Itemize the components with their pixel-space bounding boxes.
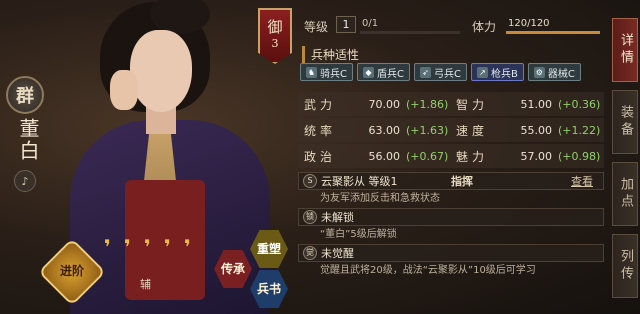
troop-label: 骑兵C: [320, 68, 347, 80]
stats-panel: 武力 70.00 (+1.86) 智力 51.00 (+0.36) 统率 63.00 (+1…: [298, 92, 604, 170]
troop-cavalry[interactable]: ♞ 骑兵C: [300, 63, 353, 81]
stat-label: 统率: [304, 123, 337, 138]
skill-description: 觉醒且武将20级，战法“云聚影从”10级后可学习: [320, 265, 536, 276]
stat-force: 武力 70.00 (+1.86): [298, 96, 450, 113]
stat-politics: 政治 56.00 (+0.67): [298, 148, 450, 165]
rank-title: 御: [267, 18, 283, 36]
speaker-icon[interactable]: ♪: [14, 170, 36, 192]
auxiliary-label: 辅: [140, 278, 151, 291]
siege-icon: ⚙: [533, 66, 545, 78]
bow-icon: ➶: [419, 66, 431, 78]
stat-growth: (+0.67): [406, 149, 449, 163]
stat-value: 57.00: [520, 149, 553, 163]
level-label: 等级: [304, 20, 329, 34]
skills-panel: S 云聚影从 等级1 指挥 查看 为友军添加反击和急救状态 锁 未解锁 “董白”…: [298, 172, 604, 280]
lock-icon: 锁: [303, 210, 317, 224]
exp-value: 0/1: [362, 18, 379, 29]
general-name: 董白: [16, 118, 40, 162]
stat-value: 55.00: [520, 123, 553, 137]
hp-value: 120/120: [508, 18, 550, 29]
stat-charm: 魅力 57.00 (+0.98): [450, 148, 602, 165]
stat-label: 魅力: [456, 149, 489, 164]
rank-badge: 御 3: [258, 8, 292, 64]
skill-header-locked[interactable]: 锁 未解锁: [298, 208, 604, 226]
troop-label: 盾兵C: [376, 68, 404, 80]
stat-growth: (+0.98): [558, 149, 601, 163]
portrait-hand: [110, 70, 138, 110]
skill-header-awaken[interactable]: 觉 未觉醒: [298, 244, 604, 262]
stat-intelligence: 智力 51.00 (+0.36): [450, 96, 602, 113]
tab-points[interactable]: 加点: [612, 162, 638, 226]
troop-label: 枪兵B: [490, 68, 518, 80]
troop-aptitude-title: 兵种适性: [302, 46, 359, 63]
jade-icon: ❜: [144, 235, 151, 259]
troop-label: 弓兵C: [433, 68, 461, 80]
stat-value: 51.00: [520, 97, 553, 111]
troop-shield[interactable]: ◆ 盾兵C: [356, 63, 410, 81]
stat-speed: 速度 55.00 (+1.22): [450, 122, 602, 139]
general-detail-screen: 群 董白 ♪ 御 3 等级 1 0/1 体力 120/120 兵种适性 ♞ 骑兵C…: [0, 0, 640, 314]
hp-label: 体力: [472, 20, 497, 34]
stat-label: 政治: [304, 149, 337, 164]
stat-label: 速度: [456, 123, 489, 138]
skill-name: 未觉醒: [321, 247, 354, 260]
stat-command: 统率 63.00 (+1.63): [298, 122, 450, 139]
jade-icon: ❜: [164, 235, 171, 259]
troop-siege[interactable]: ⚙ 器械C: [527, 63, 581, 81]
skill-name: 云聚影从 等级1: [321, 175, 398, 188]
stat-row: 统率 63.00 (+1.63) 速度 55.00 (+1.22): [298, 118, 604, 142]
stat-growth: (+1.86): [406, 97, 449, 111]
stat-label: 智力: [456, 97, 489, 112]
shield-icon: ◆: [362, 66, 374, 78]
exp-bar: [360, 31, 460, 34]
cavalry-icon: ♞: [306, 66, 317, 78]
skill-view-button[interactable]: 查看: [571, 173, 593, 189]
jade-icon: ❜: [184, 235, 191, 259]
portrait-face: [130, 30, 192, 112]
stat-value: 70.00: [368, 97, 401, 111]
stat-growth: (+1.63): [406, 123, 449, 137]
spear-icon: ↗: [476, 66, 488, 78]
skill-description: 为友军添加反击和急救状态: [320, 193, 440, 204]
skill-name: 未解锁: [321, 211, 354, 224]
stat-label: 武力: [304, 97, 337, 112]
skill-type: 指挥: [451, 175, 473, 188]
advance-label: 进阶: [59, 264, 84, 278]
skill-grade-icon: S: [303, 174, 317, 188]
rank-number: 3: [271, 37, 279, 50]
stat-growth: (+1.22): [558, 123, 601, 137]
skill-header-main[interactable]: S 云聚影从 等级1 指挥 查看: [298, 172, 604, 190]
hp-bar-fill: [506, 31, 600, 34]
troop-aptitude-list: ♞ 骑兵C ◆ 盾兵C ➶ 弓兵C ↗ 枪兵B ⚙ 器械C: [300, 63, 581, 81]
tab-biography[interactable]: 列传: [612, 234, 638, 298]
level-value: 1: [336, 16, 356, 33]
stat-value: 63.00: [368, 123, 401, 137]
troop-spear[interactable]: ↗ 枪兵B: [470, 63, 524, 81]
tab-details[interactable]: 详情: [612, 18, 638, 82]
stat-growth: (+0.36): [558, 97, 601, 111]
troop-bow[interactable]: ➶ 弓兵C: [413, 63, 467, 81]
faction-badge: 群: [6, 76, 44, 114]
jade-icon: ❜: [124, 235, 131, 259]
troop-label: 器械C: [547, 68, 575, 80]
stat-row: 政治 56.00 (+0.67) 魅力 57.00 (+0.98): [298, 144, 604, 168]
stat-value: 56.00: [368, 149, 401, 163]
tab-equipment[interactable]: 装备: [612, 90, 638, 154]
stat-row: 武力 70.00 (+1.86) 智力 51.00 (+0.36): [298, 92, 604, 116]
hp-bar: [506, 31, 600, 34]
awaken-icon: 觉: [303, 246, 317, 260]
skill-description: “董白”5级后解锁: [320, 229, 397, 240]
jade-icon: ❜: [104, 235, 111, 259]
